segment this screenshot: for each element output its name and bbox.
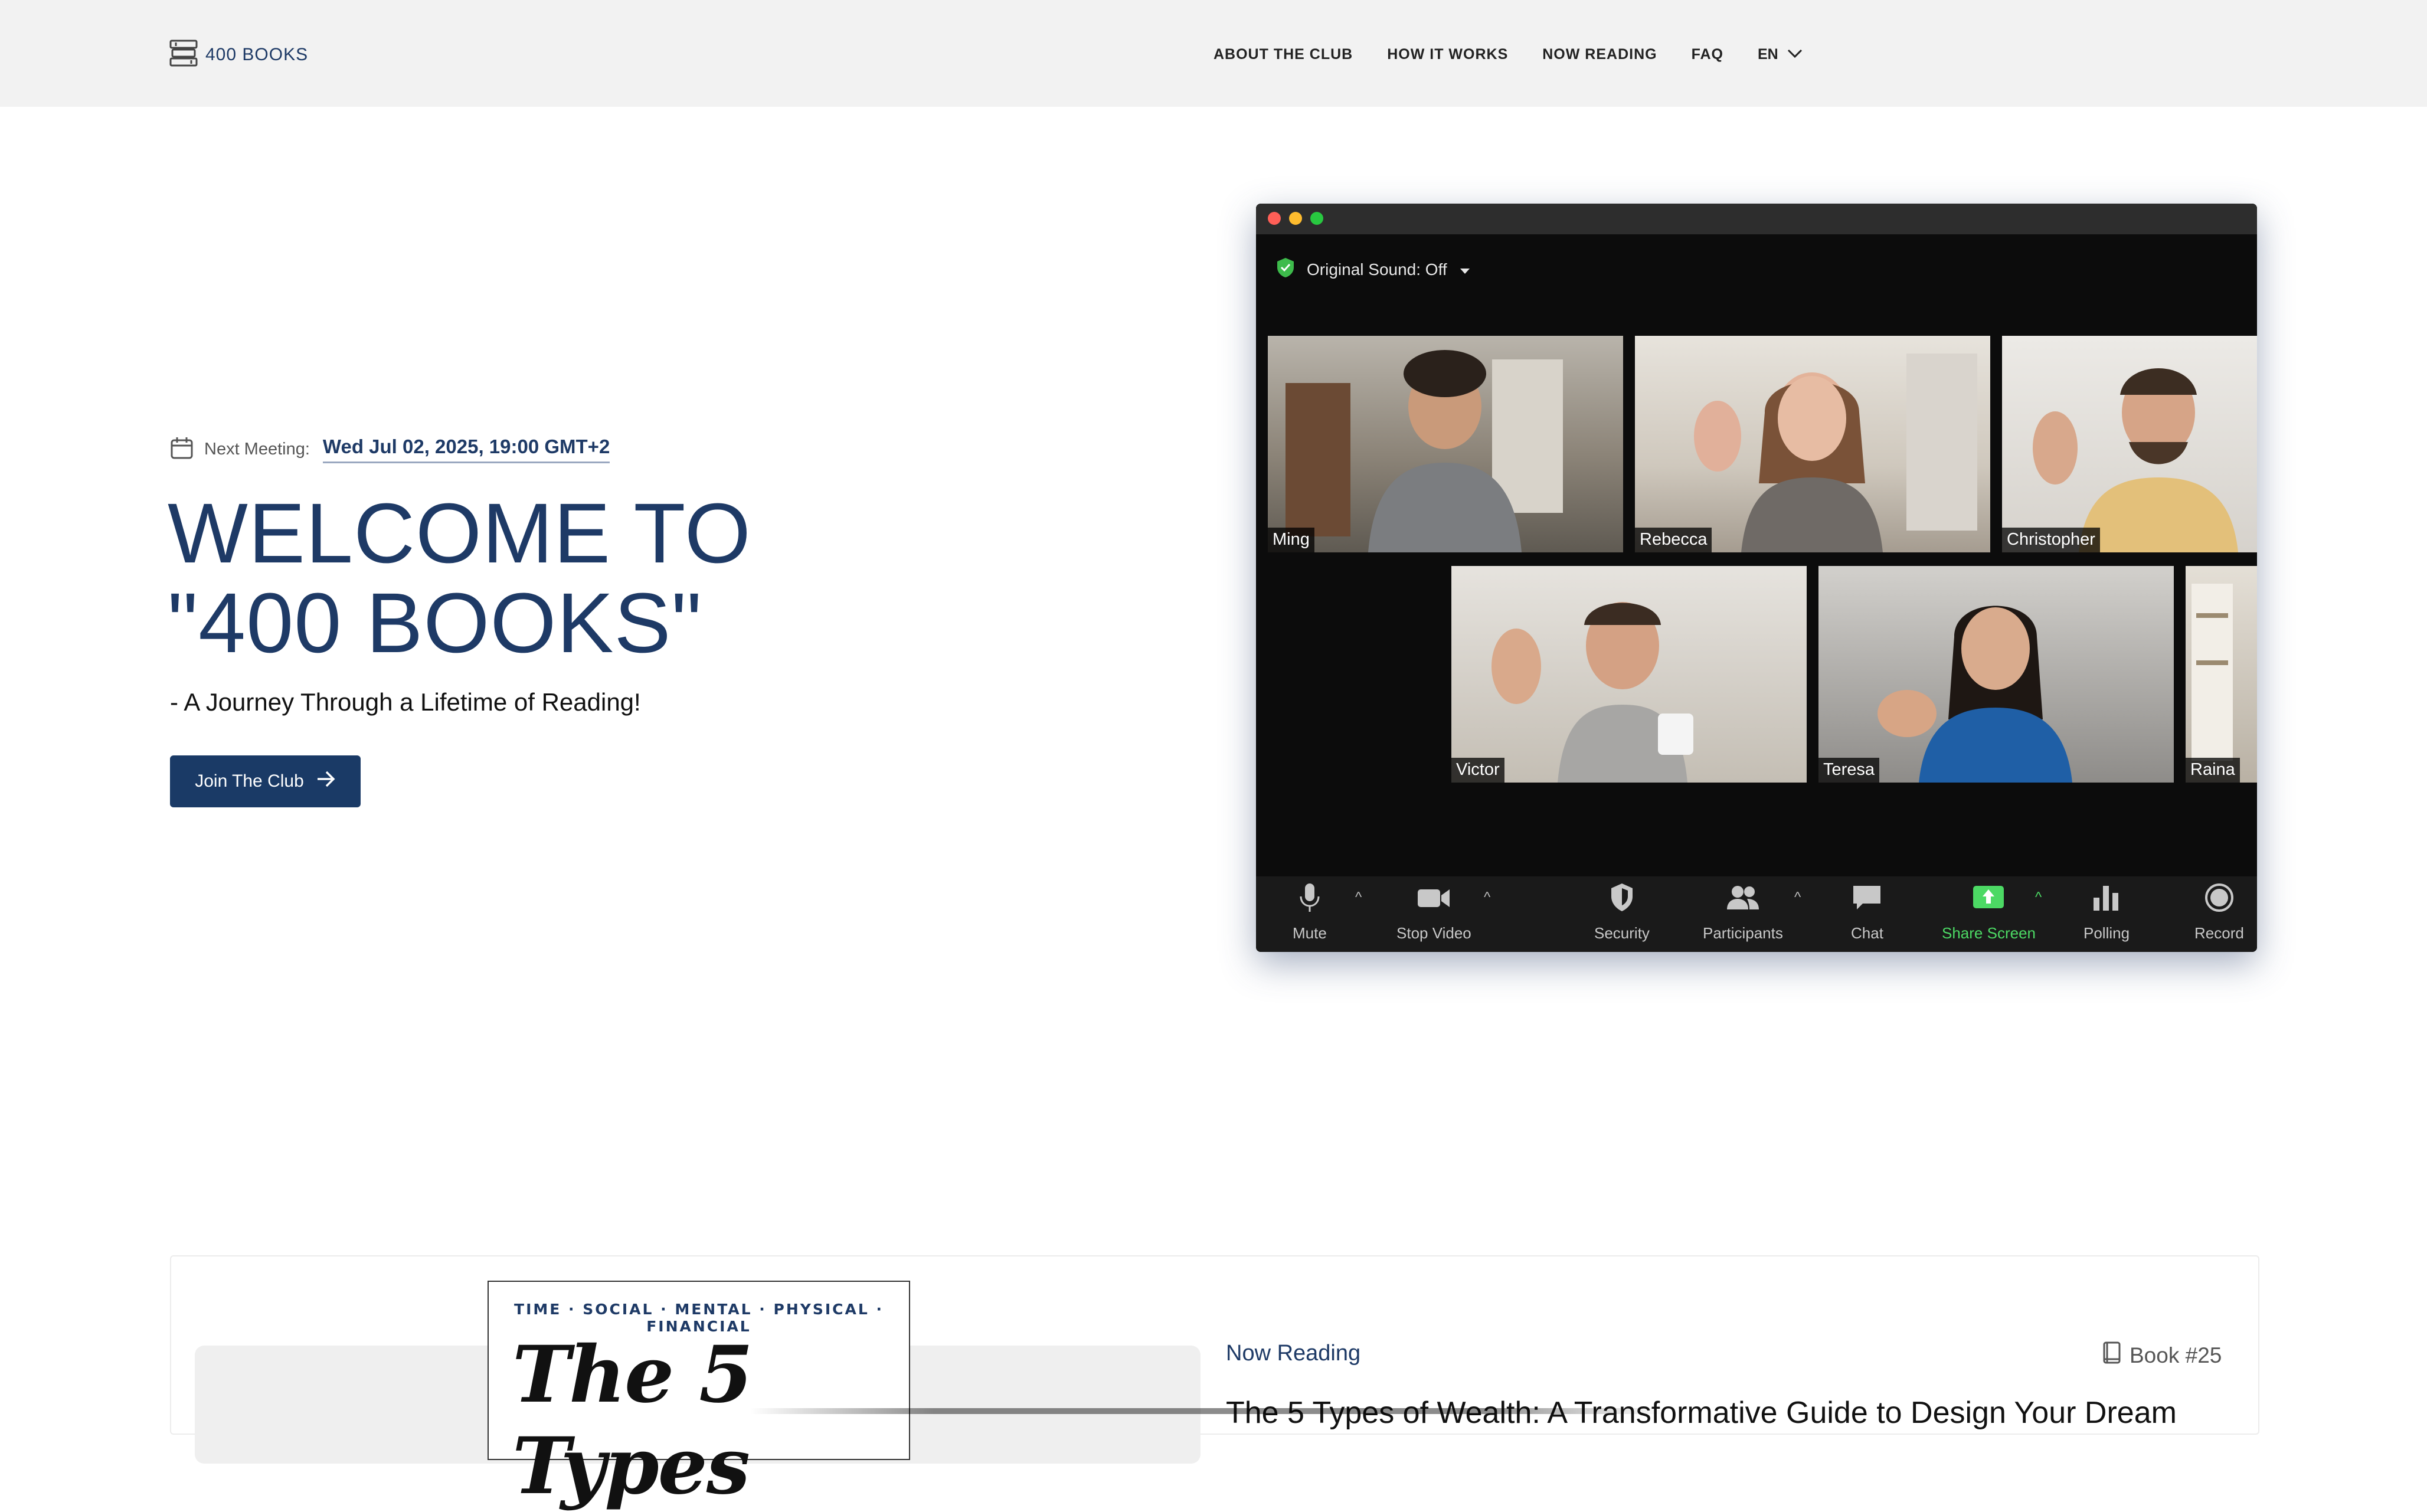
video-camera-icon [1417,882,1451,924]
window-titlebar [1256,204,2257,234]
share-screen-button[interactable]: Share Screen [1942,882,2036,942]
record-button[interactable]: Record [2194,882,2244,942]
video-tile: Victor [1451,566,1807,783]
next-meeting: Next Meeting: Wed Jul 02, 2025, 19:00 GM… [170,436,610,463]
security-label: Security [1594,924,1650,942]
participant-name: Ming [1268,528,1314,552]
shield-check-icon [1276,257,1295,282]
chat-bubble-icon [1851,882,1883,924]
nav-faq[interactable]: FAQ [1692,46,1723,63]
participants-label: Participants [1703,924,1783,942]
participant-name: Rebecca [1635,528,1712,552]
window-maximize-button[interactable] [1310,212,1323,225]
video-tile: Raina [2186,566,2257,783]
cover-title: The 5 Types [512,1329,753,1512]
book-number-text: Book #25 [2130,1343,2222,1367]
meeting-date-link[interactable]: Wed Jul 02, 2025, 19:00 GMT+2 [322,436,610,463]
now-reading-label: Now Reading [1226,1341,1361,1366]
video-tile: Christopher [2002,336,2257,552]
mute-button[interactable]: Mute [1293,882,1327,942]
participants-icon [1725,882,1761,924]
language-selector[interactable]: EN [1758,46,1803,63]
record-label: Record [2194,924,2244,942]
window-minimize-button[interactable] [1289,212,1302,225]
video-tile: Rebecca [1635,336,1990,552]
page-subtitle: - A Journey Through a Lifetime of Readin… [170,688,641,716]
nav-how-it-works[interactable]: HOW IT WORKS [1387,46,1508,63]
participant-name: Teresa [1818,758,1880,783]
participant-photo [1694,354,1977,552]
participant-photo [1491,602,1693,783]
window-close-button[interactable] [1268,212,1281,225]
logo[interactable]: 400 BOOKS [169,39,308,70]
calendar-icon [170,436,194,463]
participants-button[interactable]: Participants [1703,882,1783,942]
site-header: 400 BOOKS ABOUT THE CLUB HOW IT WORKS NO… [0,0,2427,107]
nav-about[interactable]: ABOUT THE CLUB [1214,46,1353,63]
join-button-label: Join The Club [195,771,304,791]
nav-now-reading[interactable]: NOW READING [1542,46,1657,63]
chat-button[interactable]: Chat [1851,882,1883,942]
share-options-caret-icon[interactable]: ^ [2035,889,2042,906]
chat-label: Chat [1851,924,1883,942]
call-toolbar: Mute ^ Stop Video ^ Security Participant… [1256,876,2257,952]
participant-photo [2033,368,2238,552]
participant-name: Victor [1451,758,1504,783]
scroll-indicator [750,1408,1664,1414]
share-screen-label: Share Screen [1942,924,2036,942]
record-icon [2204,882,2235,924]
security-button[interactable]: Security [1594,882,1650,942]
video-tile: Ming [1268,336,1623,552]
share-screen-icon [1972,882,2005,924]
stop-video-label: Stop Video [1396,924,1471,942]
polling-button[interactable]: Polling [2083,882,2130,942]
participant-name: Christopher [2002,528,2100,552]
book-icon [2102,1341,2121,1370]
participant-photo [1878,606,2072,783]
caret-down-icon [1459,260,1471,279]
language-label: EN [1757,46,1778,63]
mute-options-caret-icon[interactable]: ^ [1355,889,1362,906]
books-stack-icon [169,39,198,70]
join-club-button[interactable]: Join The Club [170,755,361,807]
page-title: WELCOME TO "400 BOOKS" [168,486,751,670]
shield-icon [1609,882,1635,924]
chevron-down-icon [1787,46,1803,63]
meeting-label: Next Meeting: [204,440,310,459]
original-sound-label: Original Sound: Off [1307,260,1447,279]
participants-options-caret-icon[interactable]: ^ [1794,889,1801,906]
book-number: Book #25 [2102,1341,2222,1370]
participant-name: Raina [2186,758,2240,783]
main-nav: ABOUT THE CLUB HOW IT WORKS NOW READING … [1214,46,1803,63]
mute-label: Mute [1293,924,1327,942]
participant-photo [2192,584,2233,761]
video-call-window: Original Sound: Off Ming Rebecca Christo… [1256,204,2257,952]
arrow-right-icon [316,770,336,793]
participant-photo [1286,350,1563,552]
video-tile: Teresa [1818,566,2174,783]
bar-chart-icon [2091,882,2122,924]
book-cover[interactable]: TIME · SOCIAL · MENTAL · PHYSICAL · FINA… [488,1281,910,1512]
microphone-icon [1298,882,1322,924]
original-sound-toggle[interactable]: Original Sound: Off [1276,257,1471,282]
video-options-caret-icon[interactable]: ^ [1484,889,1490,906]
polling-label: Polling [2083,924,2130,942]
logo-text: 400 BOOKS [205,44,309,64]
stop-video-button[interactable]: Stop Video [1396,882,1471,942]
